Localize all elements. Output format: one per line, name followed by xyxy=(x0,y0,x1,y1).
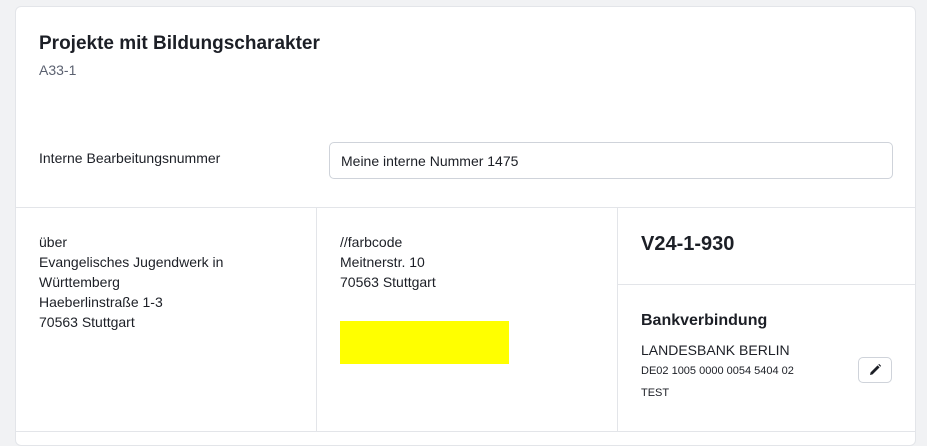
divider xyxy=(16,207,915,208)
address-line: 70563 Stuttgart xyxy=(340,274,436,290)
project-code: A33-1 xyxy=(39,62,77,78)
address-line: Meitnerstr. 10 xyxy=(340,254,425,270)
bank-account-holder: TEST xyxy=(641,387,670,399)
applicant-address: //farbcode Meitnerstr. 10 70563 Stuttgar… xyxy=(340,232,436,292)
address-line: über xyxy=(39,234,68,250)
reference-number: V24-1-930 xyxy=(641,233,735,255)
project-card: Projekte mit Bildungscharakter A33-1 Int… xyxy=(15,6,916,446)
column-divider xyxy=(316,208,317,431)
divider xyxy=(617,284,915,285)
page-title: Projekte mit Bildungscharakter xyxy=(39,33,320,54)
address-line: Evangelisches Jugendwerk in xyxy=(39,254,224,270)
edit-bank-button[interactable] xyxy=(858,357,892,383)
address-line: //farbcode xyxy=(340,234,403,250)
address-line: 70563 Stuttgart xyxy=(39,314,135,330)
divider xyxy=(16,431,915,432)
column-divider xyxy=(617,208,618,431)
internal-number-input[interactable] xyxy=(329,142,893,179)
color-code-swatch xyxy=(340,321,509,364)
bank-iban: DE02 1005 0000 0054 5404 02 xyxy=(641,365,794,377)
pencil-icon xyxy=(870,363,882,375)
address-line: Haeberlinstraße 1-3 xyxy=(39,294,163,310)
internal-number-label: Interne Bearbeitungsnummer xyxy=(39,150,221,166)
organizer-address: über Evangelisches Jugendwerk in Württem… xyxy=(39,232,223,332)
bank-section-title: Bankverbindung xyxy=(641,312,768,329)
address-line: Württemberg xyxy=(39,274,120,290)
bank-name: LANDESBANK BERLIN xyxy=(641,342,790,358)
